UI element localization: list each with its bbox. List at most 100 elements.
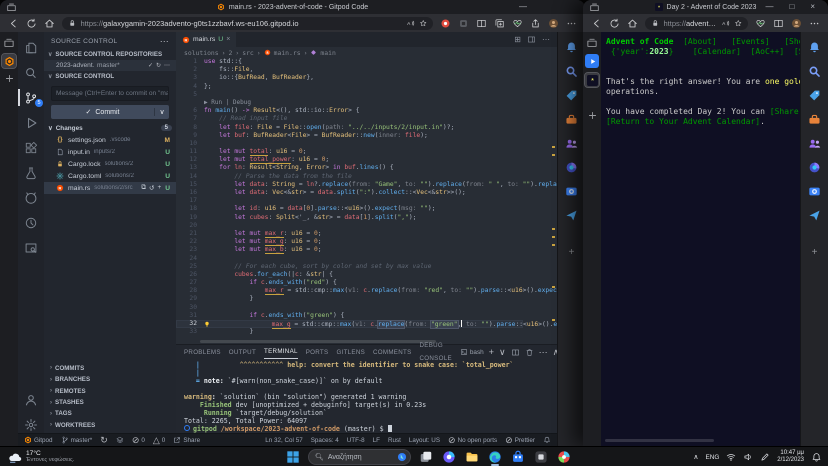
- drop-icon[interactable]: [565, 209, 578, 222]
- branch-status[interactable]: master*: [61, 436, 93, 444]
- app-dark[interactable]: [533, 448, 549, 466]
- discard-icon[interactable]: ↺: [149, 184, 154, 192]
- section-branches[interactable]: ›BRANCHES: [44, 374, 176, 385]
- changes-header[interactable]: ∨Changes 5: [44, 119, 176, 134]
- warnings-status[interactable]: △0: [153, 436, 165, 445]
- cursor-position[interactable]: Ln 32, Col 57: [265, 436, 302, 445]
- search-icon[interactable]: [808, 65, 821, 78]
- editor-more-icon[interactable]: ⋯: [542, 35, 550, 44]
- panel-tab-output[interactable]: OUTPUT: [229, 346, 256, 359]
- activity-scm[interactable]: 5: [18, 89, 44, 106]
- sidebar-more-icon[interactable]: ⋯: [160, 37, 169, 46]
- breadcrumb-item[interactable]: src: [242, 49, 254, 57]
- people-icon[interactable]: [808, 137, 821, 150]
- section-worktrees[interactable]: ›WORKTREES: [44, 420, 176, 431]
- new-tab-icon-right[interactable]: [587, 110, 598, 121]
- language-mode[interactable]: Rust: [388, 436, 401, 445]
- address-bar-right[interactable]: https://advent… A: [645, 17, 748, 30]
- terminal[interactable]: | ^^^^^^^^^^^ help: convert the identifi…: [176, 359, 557, 433]
- share-icon[interactable]: [530, 18, 541, 29]
- home-icon-right[interactable]: [627, 18, 638, 29]
- split-screen-icon[interactable]: [476, 18, 487, 29]
- errors-status[interactable]: ⊘0: [132, 436, 145, 445]
- open-file-icon[interactable]: ⧉: [141, 184, 146, 192]
- eol[interactable]: LF: [373, 436, 380, 445]
- shell-selector[interactable]: bash: [460, 348, 484, 356]
- activity-files[interactable]: [18, 39, 44, 56]
- collections-icon[interactable]: [494, 18, 505, 29]
- activity-searchvs[interactable]: [18, 64, 44, 81]
- section-commits[interactable]: ›COMMITS: [44, 363, 176, 374]
- tab-list-icon-right[interactable]: [586, 37, 598, 49]
- minimize-button[interactable]: —: [512, 0, 579, 14]
- code-line[interactable]: 25 // For each cube, sort by color and s…: [176, 263, 523, 271]
- chevron-down-icon[interactable]: ∨: [499, 348, 506, 357]
- code-line[interactable]: 23 let mut max_b: u16 = 0;: [176, 246, 523, 254]
- refresh-repo-icon[interactable]: ↻: [156, 63, 161, 69]
- kill-terminal-icon[interactable]: [525, 348, 534, 357]
- editor-hscrollbar[interactable]: [200, 340, 436, 343]
- tab-list-icon[interactable]: [3, 37, 15, 49]
- tools-icon[interactable]: [808, 113, 821, 126]
- code-line[interactable]: 15 let data: String = ln?.replace(from: …: [176, 181, 523, 189]
- copilot-app[interactable]: [441, 448, 457, 466]
- shopping-tag-icon[interactable]: [808, 89, 821, 102]
- minimap[interactable]: use std::{ fs::File, io::{BufRead, BufRe…: [524, 60, 549, 344]
- code-line[interactable]: 30: [176, 304, 523, 312]
- change-row-main.rs[interactable]: Rmain.rssolutions/2/src⧉↺+U: [44, 182, 176, 194]
- code-line[interactable]: 27 if c.ends_with("red") {: [176, 279, 523, 287]
- split-screen-icon-right[interactable]: [773, 18, 784, 29]
- encoding[interactable]: UTF-8: [347, 436, 365, 445]
- camera-icon[interactable]: [808, 185, 821, 198]
- change-row-Cargo.toml[interactable]: Cargo.tomlsolutions/2U: [44, 170, 176, 182]
- file-explorer-app[interactable]: [464, 448, 480, 466]
- code-line[interactable]: 8 let file: File = File::open(path: "../…: [176, 124, 523, 132]
- tab-gitpod[interactable]: [2, 54, 16, 68]
- stage-icon[interactable]: +: [157, 184, 161, 192]
- commit-message-input[interactable]: Message (Ctrl+Enter to commit on "maste…: [51, 86, 169, 101]
- close-button-right[interactable]: ×: [803, 0, 822, 14]
- activity-debug[interactable]: [18, 114, 44, 131]
- home-icon[interactable]: [44, 18, 55, 29]
- language-indicator[interactable]: ENG: [705, 454, 719, 461]
- browser-essentials-icon-right[interactable]: [755, 18, 766, 29]
- tab-actions-icon-right[interactable]: [589, 2, 600, 13]
- code-editor[interactable]: 1use std::{2 fs::File,3 io::{BufRead, Bu…: [176, 58, 557, 344]
- section-repositories[interactable]: ∨SOURCE CONTROL REPOSITORIES: [44, 49, 176, 60]
- app-colorful[interactable]: [556, 448, 572, 466]
- section-remotes[interactable]: ›REMOTES: [44, 386, 176, 397]
- code-line[interactable]: 2 fs::File,: [176, 66, 523, 74]
- change-row-Cargo.lock[interactable]: Cargo.locksolutions/2U: [44, 158, 176, 170]
- code-line[interactable]: 5: [176, 91, 523, 99]
- panel-tab-problems[interactable]: PROBLEMS: [184, 346, 221, 359]
- more-actions-icon[interactable]: ⋯: [539, 348, 548, 357]
- check-icon[interactable]: ✓: [148, 63, 153, 69]
- activity-github[interactable]: [18, 189, 44, 206]
- code-line[interactable]: 14 // Parse the data from the file: [176, 173, 523, 181]
- volume-icon[interactable]: [743, 452, 753, 462]
- breadcrumb[interactable]: solutions›2›src›Rmain.rs›main: [176, 47, 557, 58]
- change-row-settings.json[interactable]: {}settings.json.vscodeM: [44, 134, 176, 146]
- section-stashes[interactable]: ›STASHES: [44, 397, 176, 408]
- ports-status[interactable]: ⊘No open ports: [448, 436, 497, 445]
- layers-status[interactable]: [116, 436, 124, 444]
- page-hscrollbar[interactable]: [605, 439, 714, 442]
- prettier-status[interactable]: ⊘Prettier: [505, 436, 535, 445]
- code-line[interactable]: 33 }: [176, 328, 523, 336]
- new-tab-icon[interactable]: [4, 73, 15, 84]
- bell-icon[interactable]: [565, 41, 578, 54]
- weather-widget[interactable]: 17°C Έντονες νεφώσεις.: [0, 450, 74, 464]
- more-menu-icon[interactable]: [566, 18, 577, 29]
- store-app[interactable]: [510, 448, 526, 466]
- sync-status[interactable]: ↻: [100, 436, 108, 445]
- refresh-icon[interactable]: [26, 18, 37, 29]
- search-icon[interactable]: [565, 65, 578, 78]
- read-aloud-icon[interactable]: A: [406, 19, 415, 28]
- code-line[interactable]: 24: [176, 255, 523, 263]
- back-icon-right[interactable]: [591, 18, 602, 29]
- keyboard-layout[interactable]: Layout: US: [409, 436, 440, 445]
- section-source-control[interactable]: ∨SOURCE CONTROL: [44, 71, 176, 82]
- games-icon[interactable]: [565, 161, 578, 174]
- code-line[interactable]: 28 max_r = std::cmp::max(v1: c.replace(f…: [176, 287, 523, 295]
- code-line[interactable]: 17: [176, 197, 523, 205]
